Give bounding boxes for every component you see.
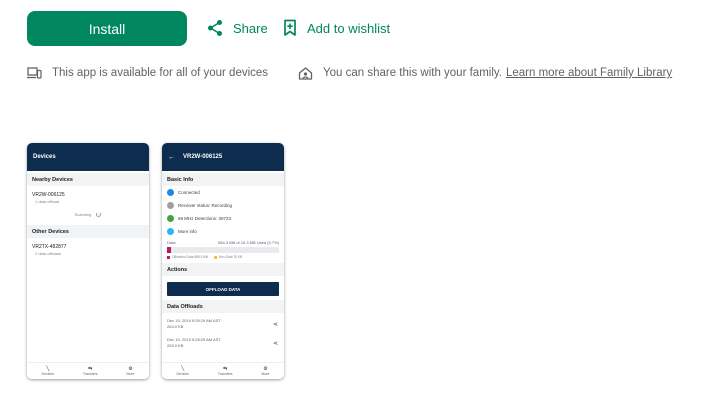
data-offloads-section: Data Offloads — [162, 300, 284, 313]
data-usage-bar — [167, 247, 279, 253]
family-sharing-text: You can share this with your family. — [323, 67, 502, 79]
share-icon: ⋖ — [272, 340, 278, 347]
device-name: VR2W-006125 — [32, 192, 65, 198]
device-subtitle: 1 data offload — [35, 199, 60, 204]
list-item: 69 MHz Detections: 39723 — [162, 212, 284, 225]
list-item: Dec 19, 2019 9:28:29 AM AST 263.0 KB ⋖ — [162, 332, 284, 351]
family-library-link[interactable]: Learn more about Family Library — [506, 67, 672, 79]
data-legend: Offloaded Data 688.3 MB Non-Data 76 KB — [162, 253, 284, 261]
spinner-icon — [96, 212, 102, 217]
nav-item-more: ⚙ More — [127, 366, 135, 376]
install-button[interactable]: Install — [27, 11, 187, 46]
nav-item-devices: ╲ Devices — [41, 366, 53, 376]
device-subtitle: 2 data offloads — [35, 251, 62, 256]
data-usage-line: Data 664.3 MB of 16.3 MB Used (3.7%) — [162, 238, 284, 245]
scanning-indicator: Scanning — [27, 212, 149, 217]
basic-info-section: Basic Info — [162, 173, 284, 186]
offload-data-button: OFFLOAD DATA — [167, 282, 279, 296]
share-icon — [208, 20, 222, 36]
list-item: More info — [162, 225, 284, 238]
list-item: Receiver status: Recording — [162, 199, 284, 212]
nav-item-transfers: ⇆ Transfers — [83, 366, 98, 376]
actions-section: Actions — [162, 263, 284, 276]
info-icon — [167, 228, 174, 235]
offload-size: 263.0 KB — [167, 324, 184, 329]
data-usage-fill — [167, 247, 172, 253]
add-to-wishlist-button[interactable]: Add to wishlist — [283, 18, 390, 38]
app-screenshot-device-detail[interactable]: ← VR2W-006125 Basic Info Connected Recei… — [162, 143, 284, 379]
scanning-label: Scanning — [74, 212, 92, 217]
screenshot-header: ← VR2W-006125 — [162, 143, 284, 171]
devices-icon — [27, 67, 42, 79]
share-label: Share — [233, 20, 268, 36]
info-row-text: More info — [178, 229, 197, 234]
nav-label: More — [261, 372, 270, 376]
nav-label: Devices — [41, 372, 54, 376]
offload-size: 263.0 KB — [167, 343, 184, 348]
nav-item-more: ⚙ More — [262, 366, 270, 376]
legend-label: Non-Data 76 KB — [218, 255, 243, 259]
devices-availability: This app is available for all of your de… — [27, 66, 268, 80]
detections-icon — [167, 215, 174, 222]
info-row-text: 69 MHz Detections: 39723 — [178, 216, 232, 221]
bookmark-add-icon — [284, 19, 296, 36]
share-button[interactable]: Share — [207, 18, 268, 38]
list-item: VR2TX-482877 2 data offloads — [27, 238, 149, 258]
legend-label: Offloaded Data 688.3 MB — [172, 255, 208, 259]
legend-item-non-data: Non-Data 76 KB — [213, 255, 243, 259]
bluetooth-icon — [167, 189, 174, 196]
share-icon: ⋖ — [272, 321, 278, 328]
family-home-icon — [298, 66, 313, 80]
list-item: VR2W-006125 1 data offload — [27, 186, 149, 206]
nav-item-devices: ╲ Devices — [176, 366, 188, 376]
screenshot-header-title: Devices — [33, 154, 56, 160]
bottom-nav: ╲ Devices ⇆ Transfers ⚙ More — [162, 362, 284, 379]
family-sharing: You can share this with your family. Lea… — [298, 66, 672, 80]
back-arrow-icon: ← — [168, 153, 175, 161]
nav-label: More — [126, 372, 135, 376]
screenshot-header: Devices — [27, 143, 149, 171]
app-screenshot-devices[interactable]: Devices Nearby Devices VR2W-006125 1 dat… — [27, 143, 149, 379]
data-label: Data — [167, 240, 176, 245]
offload-entry: Dec 19, 2019 9:28:29 AM AST 263.0 KB — [167, 337, 221, 349]
info-row-text: Connected — [178, 190, 200, 195]
nav-label: Transfers — [82, 372, 98, 376]
list-item: Connected — [162, 186, 284, 199]
nav-label: Transfers — [217, 372, 233, 376]
device-name: VR2TX-482877 — [32, 244, 67, 250]
list-item: Dec 19, 2019 9:28:29 AM AST 263.0 KB ⋖ — [162, 313, 284, 332]
wishlist-label: Add to wishlist — [307, 20, 391, 36]
legend-item-offloaded: Offloaded Data 688.3 MB — [167, 255, 208, 259]
screenshot-header-title: VR2W-006125 — [183, 154, 223, 160]
nav-label: Devices — [176, 372, 189, 376]
nav-item-transfers: ⇆ Transfers — [218, 366, 233, 376]
info-row-text: Receiver status: Recording — [178, 203, 233, 208]
bottom-nav: ╲ Devices ⇆ Transfers ⚙ More — [27, 362, 149, 379]
other-devices-section: Other Devices — [27, 225, 149, 238]
offload-entry: Dec 19, 2019 9:28:29 AM AST 263.0 KB — [167, 318, 221, 330]
receiver-icon — [167, 202, 174, 209]
nearby-devices-section: Nearby Devices — [27, 173, 149, 186]
devices-availability-text: This app is available for all of your de… — [52, 67, 269, 79]
data-value: 664.3 MB of 16.3 MB Used (3.7%) — [218, 240, 279, 245]
